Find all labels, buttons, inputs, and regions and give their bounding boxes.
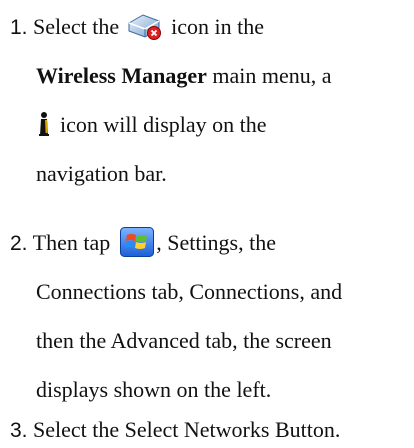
step-text: displays shown on the left. bbox=[36, 377, 272, 402]
windows-start-icon bbox=[120, 226, 155, 257]
step-1-line-4: navigation bar. bbox=[36, 160, 167, 188]
step-1-line-3: icon will display on the bbox=[36, 111, 267, 139]
step-text: then the Advanced tab, the screen bbox=[36, 328, 332, 353]
step-text: Select the Select Networks Button. bbox=[33, 417, 341, 442]
step-3-line-1: 3. Select the Select Networks Button. bbox=[10, 416, 340, 444]
step-2-line-3: then the Advanced tab, the screen bbox=[36, 327, 332, 355]
step-text: icon will display on the bbox=[60, 112, 267, 137]
step-1-line-1: 1. Select the icon in the bbox=[10, 13, 264, 41]
step-1-line-2: Wireless Manager main menu, a bbox=[36, 62, 332, 90]
connection-status-icon bbox=[36, 111, 52, 137]
step-number: 2. bbox=[10, 232, 28, 255]
step-2-line-4: displays shown on the left. bbox=[36, 376, 271, 404]
step-2-line-1: 2. Then tap , Settings, the bbox=[10, 226, 276, 257]
step-text: main menu, a bbox=[206, 63, 332, 88]
step-text: icon in the bbox=[171, 14, 265, 39]
step-text: navigation bar. bbox=[36, 161, 167, 186]
step-number: 3. bbox=[10, 419, 28, 442]
step-text: Connections tab, Connections, and bbox=[36, 279, 343, 304]
step-text: Then tap bbox=[32, 230, 111, 255]
step-text: , Settings, the bbox=[156, 230, 276, 255]
step-text: Select the bbox=[33, 14, 120, 39]
app-name: Wireless Manager bbox=[36, 63, 207, 88]
step-2-line-2: Connections tab, Connections, and bbox=[36, 278, 342, 306]
step-number: 1. bbox=[10, 16, 28, 39]
wireless-manager-icon bbox=[127, 11, 163, 41]
